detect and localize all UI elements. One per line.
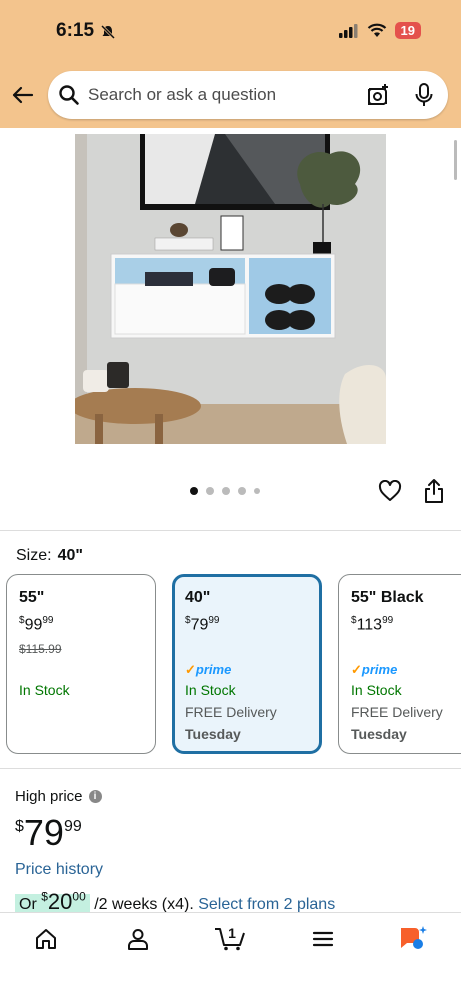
plan-terms: /2 weeks (x4). <box>89 896 199 913</box>
option-price: $9999 <box>19 615 54 634</box>
option-delivery-day: Tuesday <box>185 726 241 743</box>
cart-count: 1 <box>228 925 236 941</box>
menu-icon[interactable] <box>311 927 335 951</box>
heart-icon[interactable] <box>378 480 402 502</box>
wifi-icon <box>367 23 386 37</box>
info-icon[interactable]: i <box>88 790 102 803</box>
option-delivery: FREE Delivery <box>185 704 277 721</box>
select-plans-link[interactable]: Select from 2 plans <box>198 896 335 913</box>
prime-badge: ✓prime <box>185 662 232 678</box>
option-list-price: $115.99 <box>19 642 62 657</box>
section-divider <box>0 530 461 531</box>
option-price: $11399 <box>351 615 394 634</box>
size-option-card[interactable]: 55" Black $11399 ✓prime In Stock FREE De… <box>338 574 461 754</box>
cart-icon[interactable]: 1 <box>213 921 247 951</box>
size-label: Size: <box>16 547 52 564</box>
search-bar[interactable]: Search or ask a question <box>48 71 448 119</box>
option-delivery: FREE Delivery <box>351 704 443 721</box>
price-heading: High price i <box>15 788 102 805</box>
option-stock: In Stock <box>185 682 236 699</box>
prime-check-icon: ✓ <box>185 662 196 678</box>
camera-search-icon[interactable] <box>366 83 390 107</box>
option-name: 55" <box>19 589 45 606</box>
carousel-dot[interactable] <box>238 487 246 495</box>
option-delivery-day: Tuesday <box>351 726 407 743</box>
prime-check-icon: ✓ <box>351 662 362 678</box>
bottom-nav: 1 <box>0 912 461 1000</box>
carousel-dot[interactable] <box>206 487 214 495</box>
option-name: 40" <box>185 589 211 606</box>
scroll-indicator <box>454 140 457 180</box>
rufus-assistant-icon[interactable] <box>398 925 428 953</box>
prime-badge: ✓prime <box>351 662 398 678</box>
option-price: $7999 <box>185 615 220 634</box>
carousel-dot[interactable] <box>190 487 198 495</box>
microphone-icon[interactable] <box>414 83 434 107</box>
option-stock: In Stock <box>19 682 70 699</box>
carousel-dot[interactable] <box>254 488 260 494</box>
carousel-dot[interactable] <box>222 487 230 495</box>
account-icon[interactable] <box>126 927 150 951</box>
size-selector-label: Size: 40" <box>16 547 83 565</box>
size-option-card[interactable]: 55" $9999 $115.99 In Stock <box>6 574 156 754</box>
status-time: 6:15 <box>56 20 95 41</box>
silent-bell-icon <box>100 24 116 40</box>
back-arrow-icon[interactable] <box>10 82 36 108</box>
size-value: 40" <box>57 547 83 564</box>
main-price: $7999 <box>15 812 82 853</box>
section-divider <box>0 768 461 769</box>
image-carousel-dots[interactable] <box>190 487 260 495</box>
header: 6:15 19 Search or ask a question <box>0 0 461 128</box>
share-icon[interactable] <box>423 478 445 504</box>
option-name: 55" Black <box>351 589 424 606</box>
search-input[interactable]: Search or ask a question <box>88 85 276 105</box>
option-stock: In Stock <box>351 682 402 699</box>
high-price-label: High price <box>15 788 83 805</box>
size-option-card-selected[interactable]: 40" $7999 ✓prime In Stock FREE Delivery … <box>172 574 322 754</box>
product-image[interactable] <box>75 134 386 444</box>
signal-icon <box>338 23 358 38</box>
home-icon[interactable] <box>34 927 58 951</box>
search-icon <box>59 85 79 105</box>
tv-stand-illustration <box>75 134 386 444</box>
price-history-link[interactable]: Price history <box>15 861 103 879</box>
battery-indicator: 19 <box>394 22 421 39</box>
